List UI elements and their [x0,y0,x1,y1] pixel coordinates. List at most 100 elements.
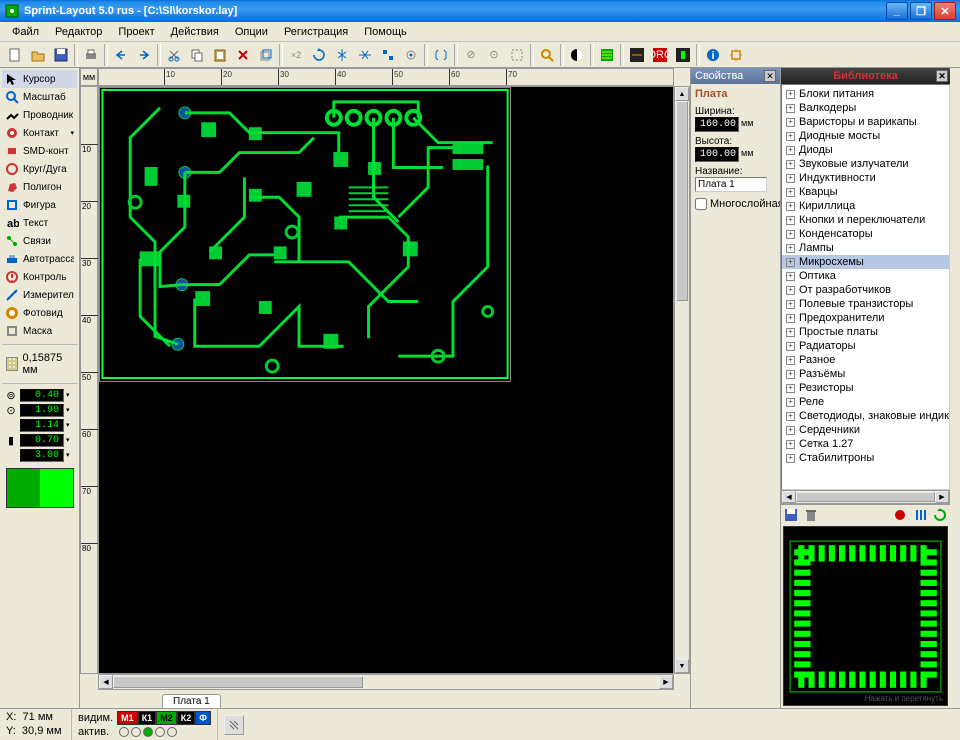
expand-icon[interactable]: + [786,104,795,113]
expand-icon[interactable]: + [786,188,795,197]
library-item[interactable]: +Диодные мосты [782,129,949,143]
expand-icon[interactable]: + [786,202,795,211]
expand-icon[interactable]: + [786,146,795,155]
expand-icon[interactable]: + [786,454,795,463]
info-icon[interactable]: i [702,44,724,66]
layer-button[interactable]: М1 [117,711,138,725]
library-item[interactable]: +Оптика [782,269,949,283]
expand-icon[interactable]: + [786,230,795,239]
library-item[interactable]: +Микросхемы [782,255,949,269]
library-item[interactable]: +Кириллица [782,199,949,213]
lib-refresh-icon[interactable] [932,507,948,523]
tool-zoom[interactable]: Масштаб [2,88,77,106]
properties-close-icon[interactable]: ✕ [764,70,776,82]
layer-button[interactable]: К1 [138,711,157,725]
cut-icon[interactable] [163,44,185,66]
grip-button[interactable] [224,715,244,735]
transparent-icon[interactable] [506,44,528,66]
param-row[interactable]: ⊙1.90▾ [4,403,75,417]
undo-icon[interactable] [110,44,132,66]
tool-track[interactable]: Проводник [2,106,77,124]
menu-file[interactable]: Файл [4,24,47,40]
unlock-icon[interactable]: ⊙ [483,44,505,66]
layer-color-swatch[interactable] [6,468,74,508]
lib-delete-icon[interactable] [803,507,819,523]
expand-icon[interactable]: + [786,258,795,267]
menu-register[interactable]: Регистрация [276,24,356,40]
library-item[interactable]: +Конденсаторы [782,227,949,241]
pcb-canvas[interactable] [98,86,674,674]
expand-icon[interactable]: + [786,370,795,379]
vertical-scrollbar[interactable]: ▲ ▼ [674,86,690,674]
expand-icon[interactable]: + [786,426,795,435]
param-row[interactable]: ⊚0.40▾ [4,388,75,402]
library-item[interactable]: +Разъёмы [782,367,949,381]
drc-icon[interactable]: DRC [649,44,671,66]
library-item[interactable]: +Светодиоды, знаковые индикато [782,409,949,423]
menu-editor[interactable]: Редактор [47,24,110,40]
snap-icon[interactable] [400,44,422,66]
library-item[interactable]: +Звуковые излучатели [782,157,949,171]
redo-icon[interactable] [133,44,155,66]
library-item[interactable]: +Кварцы [782,185,949,199]
expand-icon[interactable]: + [786,328,795,337]
expand-icon[interactable]: + [786,300,795,309]
width-value[interactable]: 160.00 [695,117,739,132]
tool-poly[interactable]: Полигон [2,178,77,196]
mirror-h-icon[interactable] [331,44,353,66]
expand-icon[interactable]: + [786,342,795,351]
expand-icon[interactable]: + [786,244,795,253]
layer-button[interactable]: М2 [156,711,177,725]
scanner-icon[interactable] [596,44,618,66]
library-item[interactable]: +Стабилитроны [782,451,949,465]
menu-project[interactable]: Проект [110,24,162,40]
open-icon[interactable] [27,44,49,66]
layer-button[interactable]: К2 [177,711,196,725]
library-item[interactable]: +Предохранители [782,311,949,325]
lib-filter-icon[interactable] [912,507,928,523]
menu-actions[interactable]: Действия [163,24,227,40]
layer-button[interactable]: Ф [195,711,211,725]
height-value[interactable]: 100.00 [695,147,739,162]
expand-icon[interactable]: + [786,216,795,225]
tool-cursor[interactable]: Курсор [2,70,77,88]
close-button[interactable]: ✕ [934,2,956,20]
tool-smd[interactable]: SMD-конт [2,142,77,160]
param-row[interactable]: ▮0.70▾ [4,433,75,447]
library-item[interactable]: +От разработчиков [782,283,949,297]
library-item[interactable]: +Лампы [782,241,949,255]
expand-icon[interactable]: + [786,440,795,449]
expand-icon[interactable]: + [786,160,795,169]
expand-icon[interactable]: + [786,132,795,141]
tool-text[interactable]: abТекст [2,214,77,232]
group-icon[interactable] [430,44,452,66]
lib-record-icon[interactable] [892,507,908,523]
paste-icon[interactable] [209,44,231,66]
library-item[interactable]: +Простые платы [782,325,949,339]
tool-circle[interactable]: Круг/Дуга [2,160,77,178]
library-tree[interactable]: +Блоки питания+Валкодеры+Варисторы и вар… [781,84,950,490]
tool-conn[interactable]: Связи [2,232,77,250]
print-icon[interactable] [80,44,102,66]
expand-icon[interactable]: + [786,314,795,323]
x2-icon[interactable]: ×2 [285,44,307,66]
selector-icon[interactable] [672,44,694,66]
library-item[interactable]: +Кнопки и переключатели [782,213,949,227]
zoom-icon[interactable] [536,44,558,66]
expand-icon[interactable]: + [786,286,795,295]
minimize-button[interactable]: _ [886,2,908,20]
expand-icon[interactable]: + [786,118,795,127]
expand-icon[interactable]: + [786,398,795,407]
board-name-input[interactable] [695,177,767,192]
expand-icon[interactable]: + [786,356,795,365]
menu-options[interactable]: Опции [227,24,276,40]
expand-icon[interactable]: + [786,174,795,183]
rotate-icon[interactable] [308,44,330,66]
duplicate-icon[interactable] [255,44,277,66]
library-item[interactable]: +Радиаторы [782,339,949,353]
maximize-button[interactable]: ❐ [910,2,932,20]
library-item[interactable]: +Диоды [782,143,949,157]
delete-icon[interactable] [232,44,254,66]
tool-meas[interactable]: Измеритель [2,286,77,304]
library-close-icon[interactable]: ✕ [936,70,948,82]
